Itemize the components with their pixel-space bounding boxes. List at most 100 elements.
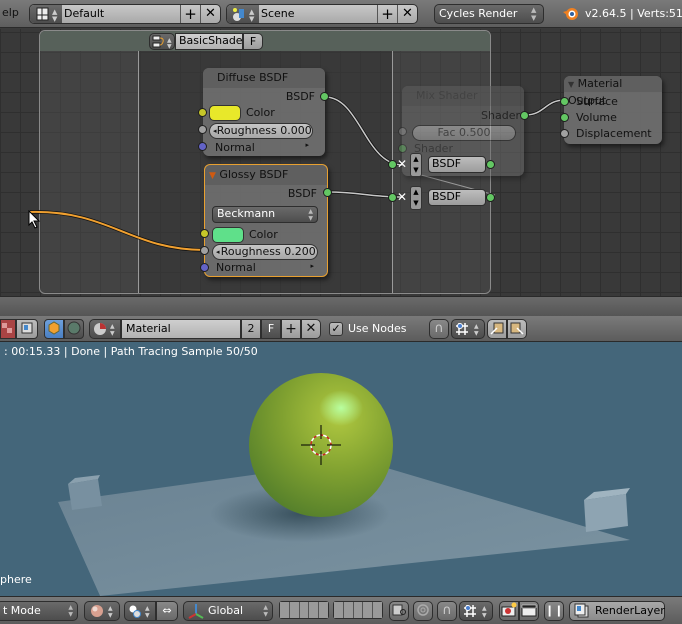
diffuse-roughness-socket[interactable] xyxy=(198,125,207,134)
diffuse-color-swatch[interactable] xyxy=(209,105,241,121)
svg-text:▼: ▼ xyxy=(110,330,115,337)
manipulate-center-points-icon[interactable]: ⇔ xyxy=(156,601,178,621)
material-output-node[interactable]: ▼ Material Output Surface Volume Displac… xyxy=(564,76,662,144)
move-socket-arrows[interactable]: ▲ ▼ xyxy=(410,186,422,210)
svg-text:▲: ▲ xyxy=(474,323,479,330)
layer-buttons-1[interactable] xyxy=(279,601,329,619)
svg-text:▼: ▼ xyxy=(482,612,487,619)
pause-render-button[interactable]: ❙❙ xyxy=(544,601,564,621)
use-nodes-checkbox[interactable]: ✓ xyxy=(329,322,343,336)
mix-node-header[interactable]: Mix Shader xyxy=(402,86,524,106)
mix-fac-socket[interactable] xyxy=(398,127,407,136)
render-viewport[interactable]: : 00:15.33 | Done | Path Tracing Sample … xyxy=(0,342,682,596)
move-socket-arrows[interactable]: ▲ ▼ xyxy=(410,153,422,177)
transform-orientation-selector[interactable]: Global ▲ ▼ xyxy=(183,601,273,621)
compositing-nodes-icon[interactable] xyxy=(16,319,38,339)
glossy-color-label: Color xyxy=(249,228,278,241)
render-layer-label: RenderLayer xyxy=(595,604,665,617)
diffuse-bsdf-output-socket[interactable] xyxy=(320,92,329,101)
specular-highlight xyxy=(319,390,363,426)
editor-area-separator[interactable] xyxy=(0,296,682,316)
mix-shader1-socket[interactable] xyxy=(398,144,407,153)
world-icon[interactable] xyxy=(64,319,84,339)
mode-selector[interactable]: t Mode ▲ ▼ xyxy=(0,601,78,621)
lock-camera-layers-icon[interactable] xyxy=(389,601,409,621)
glossy-bsdf-output-socket[interactable] xyxy=(323,188,332,197)
collapse-triangle-icon[interactable]: ▼ xyxy=(568,80,574,89)
volume-socket[interactable] xyxy=(560,113,569,122)
group-output-right-socket-2[interactable] xyxy=(486,193,495,202)
surface-socket[interactable] xyxy=(560,97,569,106)
glossy-node-header[interactable]: ▼ Glossy BSDF xyxy=(205,165,327,185)
unlink-material-button[interactable]: ✕ xyxy=(301,319,321,339)
diffuse-bsdf-node[interactable]: Diffuse BSDF BSDF Color ◂ Roughness 0.000… xyxy=(203,68,325,156)
glossy-color-swatch[interactable] xyxy=(212,227,244,243)
group-output-name-1[interactable]: BSDF xyxy=(428,156,486,173)
proportional-editing-icon[interactable] xyxy=(413,601,433,621)
material-output-header[interactable]: ▼ Material Output xyxy=(564,76,662,107)
group-output-socket-2[interactable] xyxy=(388,193,397,202)
diffuse-normal-label: Normal xyxy=(215,141,255,154)
glossy-roughness-socket[interactable] xyxy=(200,246,209,255)
glossy-node-title: Glossy BSDF xyxy=(219,168,289,181)
diffuse-normal-socket[interactable] xyxy=(198,142,207,151)
group-output-socket-1[interactable] xyxy=(388,160,397,169)
group-output-right-socket-1[interactable] xyxy=(486,160,495,169)
snap-toggle-icon[interactable]: ∩ xyxy=(437,601,457,621)
svg-text:▲: ▲ xyxy=(108,605,113,612)
diffuse-color-label: Color xyxy=(246,106,275,119)
diffuse-node-header[interactable]: Diffuse BSDF xyxy=(203,68,325,88)
volume-label: Volume xyxy=(576,111,617,124)
glossy-roughness-slider[interactable]: ◂ Roughness 0.200 ▸ xyxy=(212,244,318,270)
paste-node-icon[interactable] xyxy=(507,319,527,339)
material-fake-user-toggle[interactable]: F xyxy=(261,319,281,339)
snap-toggle-icon[interactable]: ∩ xyxy=(429,319,449,339)
glossy-normal-socket[interactable] xyxy=(200,263,209,272)
updown-arrows-icon: ▲ ▼ xyxy=(68,604,73,618)
diffuse-output-label: BSDF xyxy=(285,90,315,103)
orientation-axes-icon xyxy=(188,604,204,619)
updown-arrows-icon: ▲ ▼ xyxy=(308,208,313,222)
material-users-count[interactable]: 2 xyxy=(241,319,261,339)
material-browse-icon[interactable]: ▲ ▼ xyxy=(89,319,121,339)
sphere xyxy=(249,373,393,517)
glossy-roughness-value: Roughness 0.200 xyxy=(220,245,316,258)
glossy-bsdf-node[interactable]: ▼ Glossy BSDF BSDF Beckmann ▲ ▼ Color ◂ Ro… xyxy=(204,164,328,277)
snap-element-dropdown[interactable]: ▲ ▼ xyxy=(451,319,485,339)
shader-nodes-icon[interactable] xyxy=(44,319,64,339)
new-material-button[interactable]: + xyxy=(281,319,301,339)
render-image xyxy=(0,373,630,596)
remove-socket-icon[interactable]: ✕ xyxy=(397,157,407,171)
svg-text:▼: ▼ xyxy=(108,612,113,619)
collapse-triangle-icon[interactable]: ▼ xyxy=(209,171,216,181)
layer-buttons-2[interactable] xyxy=(333,601,383,619)
diffuse-roughness-value: Roughness 0.000 xyxy=(216,124,312,137)
displacement-socket[interactable] xyxy=(560,129,569,138)
glossy-distribution-dropdown[interactable]: Beckmann ▲ ▼ xyxy=(212,206,318,223)
use-nodes-label: Use Nodes xyxy=(348,322,407,335)
render-opengl-animation-icon[interactable] xyxy=(519,601,539,621)
diffuse-roughness-slider[interactable]: ◂ Roughness 0.000 ▸ xyxy=(209,123,313,149)
link-input-to-roughness xyxy=(29,210,206,252)
render-opengl-image-icon[interactable] xyxy=(499,601,519,621)
mode-label: t Mode xyxy=(3,604,41,617)
group-output-name-2[interactable]: BSDF xyxy=(428,189,486,206)
active-object-name: phere xyxy=(0,573,32,586)
svg-text:▼: ▼ xyxy=(474,330,479,337)
render-layer-selector[interactable]: RenderLayer xyxy=(569,601,665,621)
pivot-point-selector[interactable]: ▲ ▼ xyxy=(124,601,156,621)
mix-shader-output-socket[interactable] xyxy=(520,111,529,120)
material-name-field[interactable]: Material xyxy=(121,319,241,339)
snap-element-selector[interactable]: ▲ ▼ xyxy=(459,601,493,621)
diffuse-color-socket[interactable] xyxy=(198,108,207,117)
glossy-color-socket[interactable] xyxy=(200,229,209,238)
displacement-label: Displacement xyxy=(576,127,652,140)
remove-socket-icon[interactable]: ✕ xyxy=(397,190,407,204)
viewport-shading-selector[interactable]: ▲ ▼ xyxy=(84,601,120,621)
copy-node-icon[interactable] xyxy=(487,319,507,339)
mix-fac-slider[interactable]: Fac 0.500 xyxy=(412,125,516,141)
svg-text:▼: ▼ xyxy=(145,612,150,619)
glossy-normal-label: Normal xyxy=(216,261,256,274)
texture-nodes-icon[interactable] xyxy=(0,319,16,339)
svg-text:▲: ▲ xyxy=(482,605,487,612)
